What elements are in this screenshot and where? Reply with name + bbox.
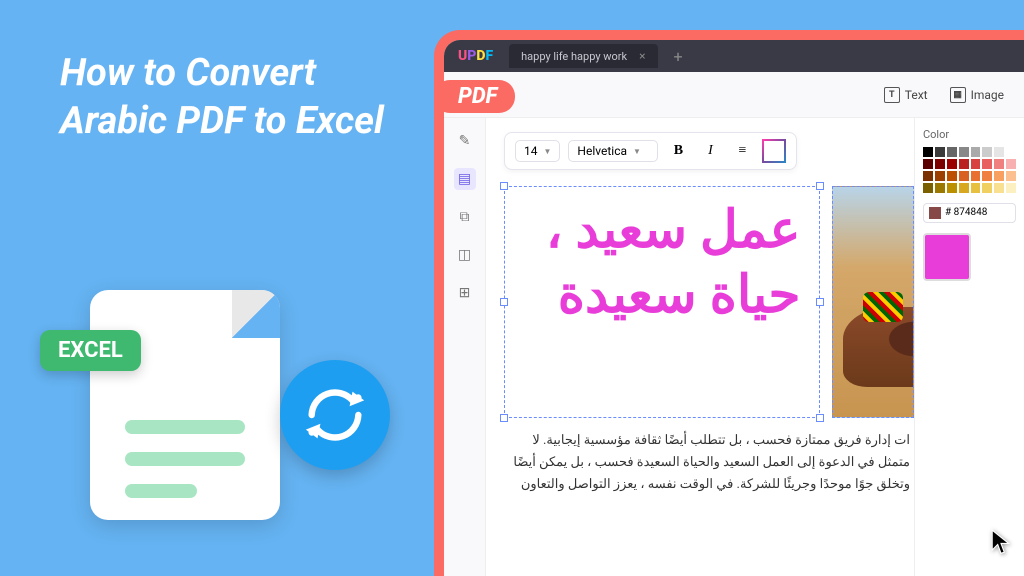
color-swatch[interactable] — [971, 147, 981, 157]
color-panel-title: Color — [923, 128, 1016, 141]
bold-button[interactable]: B — [666, 139, 690, 163]
app-logo: UPDF — [458, 48, 493, 64]
color-swatch[interactable] — [982, 183, 992, 193]
selected-text-box[interactable]: عمل سعيد ، حياة سعيدة — [504, 186, 820, 418]
align-button[interactable]: ≡ — [730, 139, 754, 163]
desert-camel-image[interactable] — [832, 186, 914, 418]
close-tab-icon[interactable]: × — [639, 49, 645, 63]
color-swatch[interactable] — [1006, 171, 1016, 181]
color-swatch[interactable] — [923, 171, 933, 181]
text-tool[interactable]: T Text — [884, 87, 928, 103]
left-sidebar: ✎ ▤ ⧉ ◫ ⊞ — [444, 118, 486, 576]
color-swatch[interactable] — [935, 159, 945, 169]
top-toolbar: T Text ▦ Image — [444, 72, 1024, 118]
arabic-heading[interactable]: عمل سعيد ، حياة سعيدة — [523, 197, 801, 327]
color-swatch[interactable] — [947, 159, 957, 169]
color-swatch[interactable] — [971, 159, 981, 169]
color-swatch[interactable] — [923, 147, 933, 157]
color-swatch[interactable] — [1006, 183, 1016, 193]
doc-lines — [125, 420, 245, 516]
excel-badge: EXCEL — [40, 330, 141, 371]
color-swatch[interactable] — [947, 171, 957, 181]
color-swatch[interactable] — [947, 183, 957, 193]
crop-icon[interactable]: ◫ — [454, 244, 476, 266]
color-swatch[interactable] — [947, 147, 957, 157]
color-swatch[interactable] — [1006, 159, 1016, 169]
color-swatch[interactable] — [971, 171, 981, 181]
color-swatch[interactable] — [935, 171, 945, 181]
color-swatch[interactable] — [959, 183, 969, 193]
text-icon: T — [884, 87, 900, 103]
font-family-select[interactable]: Helvetica▼ — [568, 140, 658, 162]
selected-color-swatch[interactable] — [923, 233, 971, 281]
color-panel: Color # 874848 — [914, 118, 1024, 576]
document-tab[interactable]: happy life happy work × — [509, 44, 657, 68]
color-swatch[interactable] — [923, 183, 933, 193]
color-swatch[interactable] — [971, 183, 981, 193]
hex-preview-swatch — [929, 207, 941, 219]
color-swatch[interactable] — [982, 147, 992, 157]
workspace: ✎ ▤ ⧉ ◫ ⊞ 14▼ Helvetica▼ B I ≡ عمل سعيد … — [444, 118, 1024, 576]
tab-title: happy life happy work — [521, 50, 627, 63]
tools-icon[interactable]: ⊞ — [454, 282, 476, 304]
color-swatch[interactable] — [994, 183, 1004, 193]
document-icon: EXCEL — [90, 290, 280, 520]
cursor-icon — [990, 528, 1012, 556]
format-toolbar: 14▼ Helvetica▼ B I ≡ — [504, 132, 797, 170]
font-size-select[interactable]: 14▼ — [515, 140, 560, 162]
color-swatch[interactable] — [994, 147, 1004, 157]
color-swatches — [923, 147, 1016, 193]
document-canvas[interactable]: 14▼ Helvetica▼ B I ≡ عمل سعيد ، حياة سعي… — [486, 118, 914, 576]
page-icon[interactable]: ⧉ — [454, 206, 476, 228]
annotate-icon[interactable]: ✎ — [454, 130, 476, 152]
color-swatch[interactable] — [994, 171, 1004, 181]
add-tab-icon[interactable]: + — [674, 47, 683, 66]
color-swatch[interactable] — [1006, 147, 1016, 157]
image-icon: ▦ — [950, 87, 966, 103]
color-swatch[interactable] — [982, 171, 992, 181]
arabic-paragraph[interactable]: ات إدارة فريق ممتازة فحسب ، بل تتطلب أيض… — [504, 430, 914, 496]
pdf-badge: PDF — [434, 80, 515, 113]
hex-input[interactable]: # 874848 — [923, 203, 1016, 223]
sync-icon — [280, 360, 390, 470]
edit-icon[interactable]: ▤ — [454, 168, 476, 190]
color-swatch[interactable] — [923, 159, 933, 169]
app-window: PDF UPDF happy life happy work × + T Tex… — [434, 30, 1024, 576]
color-swatch[interactable] — [959, 159, 969, 169]
color-swatch[interactable] — [935, 183, 945, 193]
color-swatch[interactable] — [982, 159, 992, 169]
image-tool[interactable]: ▦ Image — [950, 87, 1004, 103]
italic-button[interactable]: I — [698, 139, 722, 163]
text-color-button[interactable] — [762, 139, 786, 163]
color-swatch[interactable] — [994, 159, 1004, 169]
color-swatch[interactable] — [935, 147, 945, 157]
color-swatch[interactable] — [959, 147, 969, 157]
doc-fold-corner — [232, 290, 280, 338]
titlebar: UPDF happy life happy work × + — [444, 40, 1024, 72]
color-swatch[interactable] — [959, 171, 969, 181]
page-headline: How to Convert Arabic PDF to Excel — [60, 50, 400, 145]
